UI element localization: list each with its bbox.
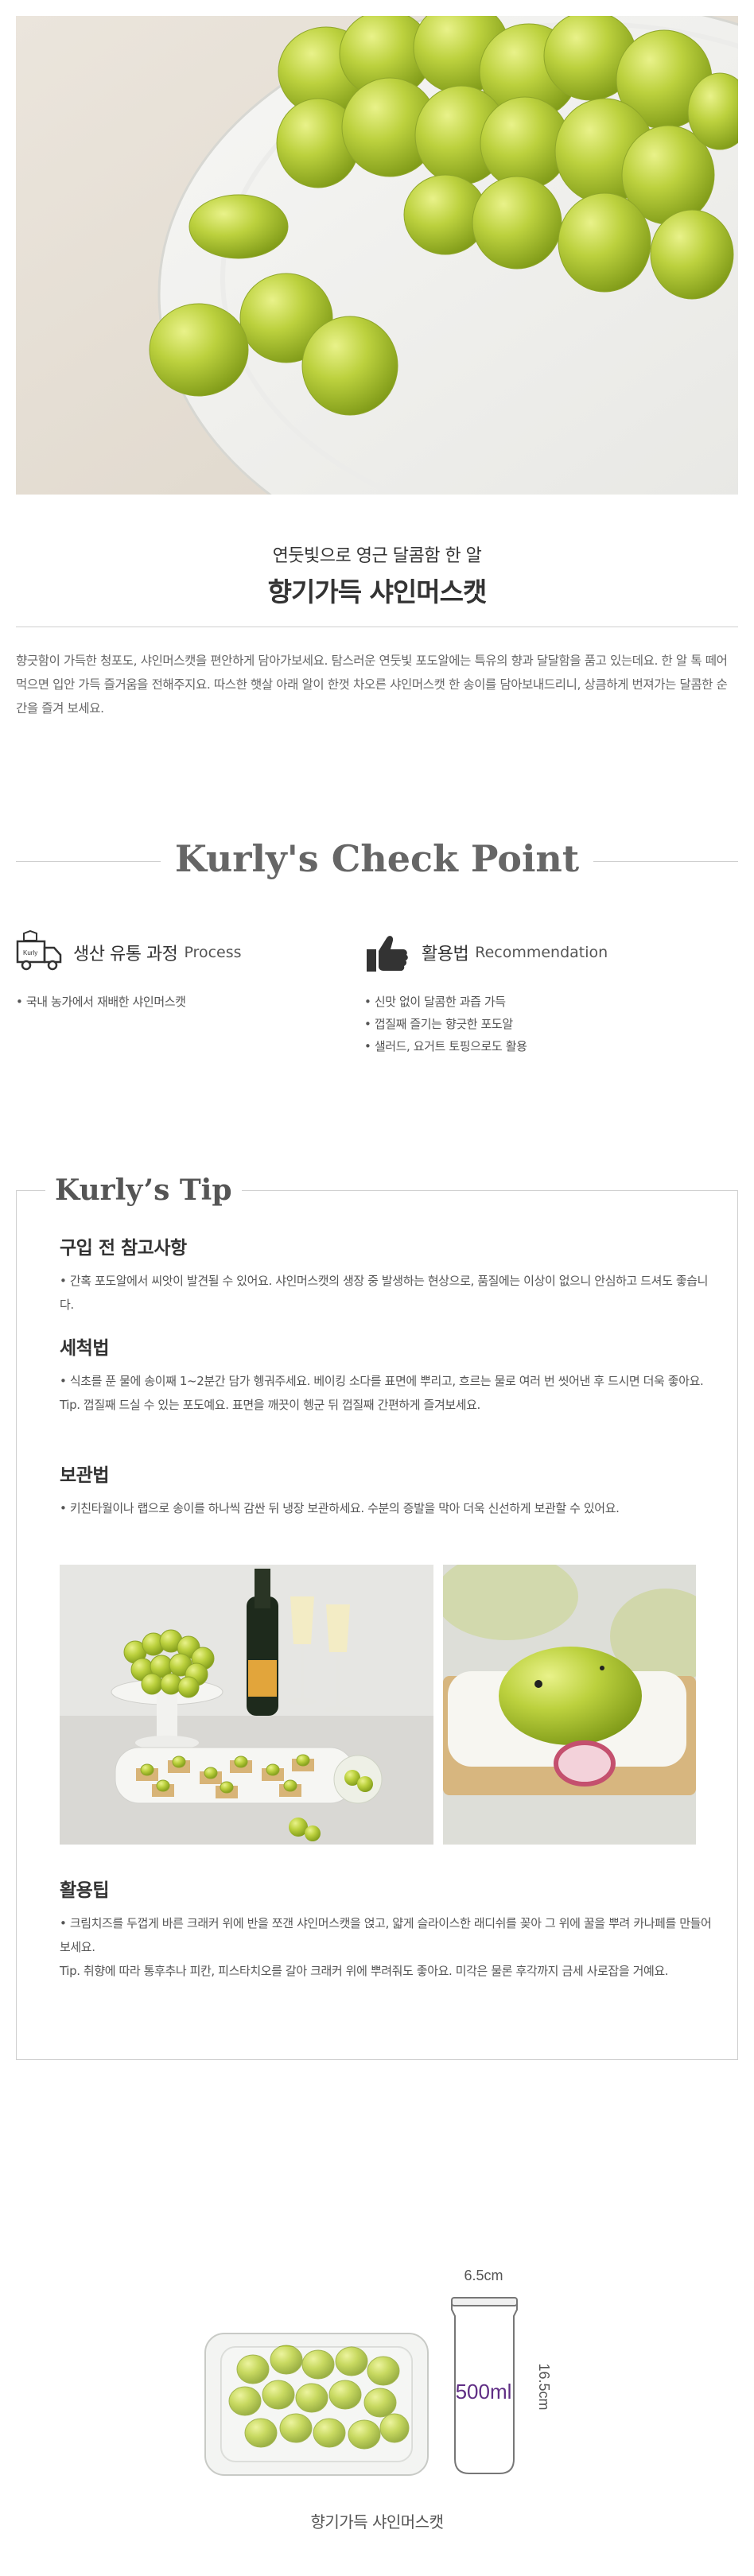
section-text: • 키친타월이나 랩으로 송이를 하나씩 감싼 뒤 냉장 보관하세요. 수분의 … xyxy=(60,1501,620,1515)
list-item: • 국내 농가에서 재배한 샤인머스캣 xyxy=(16,995,186,1009)
grape-shape xyxy=(558,192,651,293)
can-volume-label: 500ml xyxy=(456,2380,512,2403)
package-caption: 향기가득 샤인머스캣 xyxy=(310,2512,444,2531)
tip-usage: 활용팁 • 크림치즈를 두껍게 바른 크래커 위에 반을 쪼갠 샤인머스캣을 얹… xyxy=(60,1875,712,1983)
checkpoint-recommendation: 활용법 Recommendation • 신맛 없이 달콤한 과즙 가득 • 껍… xyxy=(364,930,608,1057)
grape-shape xyxy=(177,1676,200,1698)
grape-shape xyxy=(234,1755,248,1768)
tip-storage: 보관법 • 키친타월이나 랩으로 송이를 하나씩 감싼 뒤 냉장 보관하세요. … xyxy=(60,1460,712,1520)
tip-title: Kurly’s Tip xyxy=(45,1174,242,1207)
canape-closeup-photo xyxy=(443,1565,696,1845)
svg-text:Kurly: Kurly xyxy=(23,949,37,956)
kurly-tip-box: Kurly’s Tip 구입 전 참고사항 • 간혹 포도알에서 씨앗이 발견될… xyxy=(16,1174,738,2060)
package-size-illustration: 500ml 6.5cm 16.5cm xyxy=(199,2258,565,2489)
section-text: • 식초를 푼 물에 송이째 1~2분간 담가 헹궈주세요. 베이킹 소다를 표… xyxy=(60,1374,704,1388)
grape-shape xyxy=(472,176,562,270)
list-item: • 샐러드, 요거트 토핑으로도 활용 xyxy=(364,1039,527,1053)
grape-shape xyxy=(140,1763,154,1776)
hero-grape-photo xyxy=(16,16,738,495)
delivery-truck-icon: Kurly xyxy=(16,930,62,971)
list-item: • 신맛 없이 달콤한 과즙 가득 xyxy=(364,995,506,1009)
section-heading: 구입 전 참고사항 xyxy=(60,1238,187,1259)
grape-shape xyxy=(204,1767,218,1779)
grape-shape xyxy=(650,209,734,300)
recommendation-title-en: Recommendation xyxy=(475,944,608,961)
tip-before-buy: 구입 전 참고사항 • 간혹 포도알에서 씨앗이 발견될 수 있어요. 샤인머스… xyxy=(60,1232,712,1317)
grape-shape xyxy=(160,1673,182,1695)
section-tip: Tip. 취향에 따라 통후추나 피칸, 피스타치오를 갈아 크래커 위에 뿌려… xyxy=(60,1964,669,1978)
section-heading: 보관법 xyxy=(60,1465,109,1486)
intro-subtitle: 연둣빛으로 영근 달콤함 한 알 xyxy=(272,546,482,566)
list-item: • 껍질째 즐기는 향긋한 포도알 xyxy=(364,1017,513,1031)
section-tip: Tip. 껍질째 드실 수 있는 포도예요. 표면을 깨끗이 헹군 뒤 껍질째 … xyxy=(60,1398,480,1412)
section-text: • 크림치즈를 두껍게 바른 크래커 위에 반을 쪼갠 샤인머스캣을 얹고, 얇… xyxy=(60,1916,712,1954)
canape-table-photo xyxy=(60,1565,433,1845)
process-title-en: Process xyxy=(184,944,242,961)
grape-shape xyxy=(188,194,289,259)
grape-shape xyxy=(301,316,398,416)
intro-title: 향기가득 샤인머스캣 xyxy=(267,576,488,607)
intro-description: 향긋함이 가득한 청포도, 샤인머스캣을 편안하게 담아가보세요. 탐스러운 연… xyxy=(16,654,728,716)
can-width-label: 6.5cm xyxy=(464,2268,503,2283)
grape-shape xyxy=(283,1779,297,1792)
process-title: 생산 유통 과정 xyxy=(73,945,178,964)
grape-shape xyxy=(141,1673,163,1695)
tip-washing: 세척법 • 식초를 푼 물에 송이째 1~2분간 담가 헹궈주세요. 베이킹 소… xyxy=(60,1333,712,1417)
thumbs-up-icon xyxy=(367,936,408,972)
can-height-label: 16.5cm xyxy=(536,2363,552,2410)
grape-shape xyxy=(220,1781,234,1794)
recommendation-title: 활용법 xyxy=(422,945,469,964)
grape-shape xyxy=(156,1779,170,1792)
section-text: • 간혹 포도알에서 씨앗이 발견될 수 있어요. 샤인머스캣의 생장 중 발생… xyxy=(60,1274,709,1312)
grape-shape xyxy=(266,1763,280,1776)
grape-shape xyxy=(149,303,249,397)
grape-shape xyxy=(296,1754,310,1767)
checkpoint-title: Kurly's Check Point xyxy=(0,837,754,880)
section-heading: 활용팁 xyxy=(60,1880,109,1901)
section-heading: 세척법 xyxy=(60,1338,109,1359)
checkpoint-process: Kurly 생산 유통 과정 Process • 국내 농가에서 재배한 샤인머… xyxy=(16,930,242,1013)
grape-shape xyxy=(172,1755,186,1768)
